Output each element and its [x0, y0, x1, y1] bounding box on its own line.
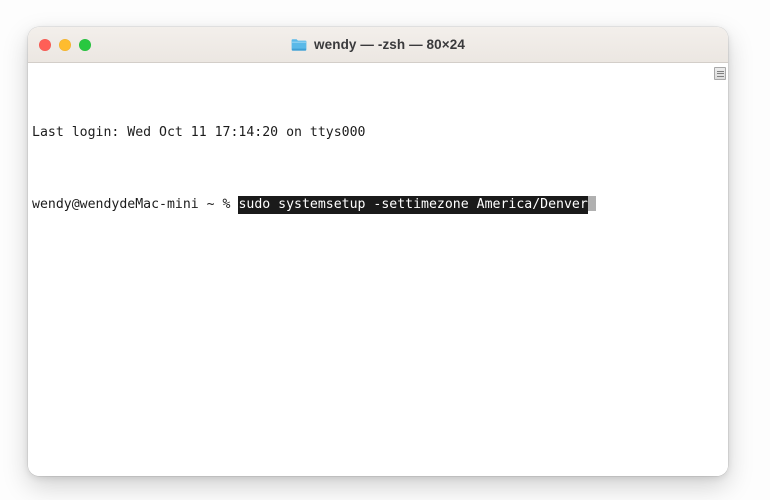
terminal-line-prompt: wendy@wendydeMac-mini ~ % sudo systemset…: [32, 196, 728, 214]
terminal-body[interactable]: Last login: Wed Oct 11 17:14:20 on ttys0…: [28, 63, 728, 476]
vertical-scrollbar-track[interactable]: [713, 63, 728, 476]
window-title-group: wendy — -zsh — 80×24: [28, 27, 728, 62]
window-controls: [39, 27, 91, 62]
terminal-line-last-login: Last login: Wed Oct 11 17:14:20 on ttys0…: [32, 124, 728, 142]
vertical-scrollbar-thumb[interactable]: [714, 67, 726, 80]
window-title: wendy — -zsh — 80×24: [314, 37, 465, 52]
shell-prompt: wendy@wendydeMac-mini ~ %: [32, 197, 239, 212]
scrollbar-grip-line: [716, 73, 724, 74]
scrollbar-grip-line: [716, 70, 724, 72]
maximize-window-button[interactable]: [79, 38, 91, 51]
terminal-output[interactable]: Last login: Wed Oct 11 17:14:20 on ttys0…: [32, 67, 728, 476]
terminal-window[interactable]: wendy — -zsh — 80×24 Last login: Wed Oct…: [28, 27, 728, 476]
scrollbar-grip-line: [716, 75, 724, 77]
close-window-button[interactable]: [39, 38, 51, 51]
folder-icon: [291, 38, 307, 51]
window-titlebar[interactable]: wendy — -zsh — 80×24: [28, 27, 728, 63]
text-cursor: [587, 196, 596, 211]
last-login-text: Last login: Wed Oct 11 17:14:20 on ttys0…: [32, 125, 366, 140]
minimize-window-button[interactable]: [59, 38, 71, 51]
selected-command-text[interactable]: sudo systemsetup -settimezone America/De…: [238, 196, 588, 214]
